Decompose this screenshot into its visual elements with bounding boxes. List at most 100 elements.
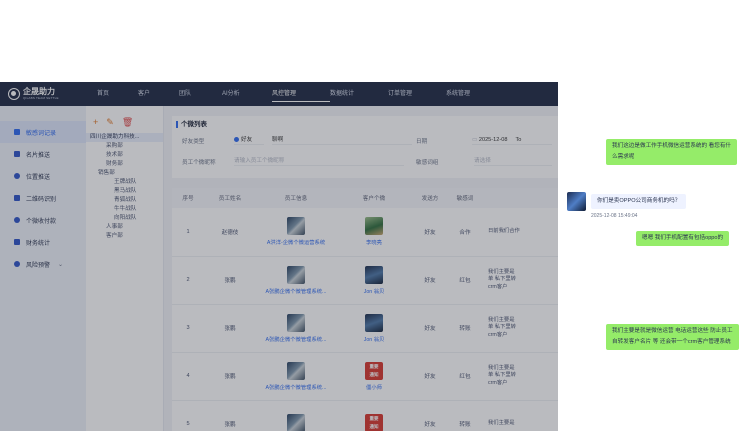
- sidebar-item-finance[interactable]: 财务统计: [0, 231, 86, 253]
- date-to-label: To: [515, 137, 522, 143]
- cell-message: 我们主要是单 私下里转 crm客户: [482, 352, 558, 401]
- sensitive-words-icon: [14, 129, 20, 135]
- customer-link[interactable]: 僵小师: [336, 383, 412, 391]
- remark-line: 单 私下里转: [488, 276, 516, 283]
- nav-orders[interactable]: 订单管理: [388, 82, 446, 106]
- payment-icon: [14, 217, 20, 223]
- date-label: 日期: [416, 139, 428, 145]
- remark-line: crm客户: [488, 379, 508, 386]
- cell-index: 2: [172, 256, 204, 305]
- contact-avatar[interactable]: [567, 192, 586, 211]
- tree-node[interactable]: 客户部: [86, 232, 163, 241]
- tree-node[interactable]: 技术部: [86, 151, 163, 160]
- staff-account-link[interactable]: A洪洋-企微个微运营系统: [256, 238, 336, 246]
- sidebar-item-sensitive-words[interactable]: 敏感词记录: [0, 121, 86, 143]
- nav-ai-analysis[interactable]: AI分析: [222, 82, 272, 106]
- cell-staff-info: A洪洋-企微个微运营系统: [256, 208, 336, 257]
- customer-avatar[interactable]: 重要 通知: [365, 413, 383, 431]
- location-icon: [14, 173, 20, 179]
- date-range-input[interactable]: ▭ 2025-12-08 To: [472, 135, 552, 145]
- staff-nickname-label: 员工个微昵称: [182, 160, 216, 166]
- tree-node[interactable]: 王牌战队: [86, 178, 163, 187]
- card-icon: [14, 151, 20, 157]
- cell-sender: 好友: [412, 304, 448, 353]
- sidebar-item-label: 个微收付款: [26, 218, 57, 225]
- friend-nickname-input[interactable]: 聊啊: [272, 135, 412, 145]
- chat-message-received: 你们是卖OPPO公司商务机的吗？: [591, 194, 687, 209]
- sidebar-item-payments[interactable]: 个微收付款: [0, 209, 86, 231]
- staff-nickname-input[interactable]: 请输入员工个微昵称: [234, 156, 404, 166]
- sidebar-item-label: 财务统计: [26, 240, 51, 247]
- sidebar-item-qrcode[interactable]: 二维码识别: [0, 187, 86, 209]
- remark-line: crm客户: [488, 331, 508, 338]
- delete-icon[interactable]: 🗑: [122, 118, 133, 127]
- staff-avatar[interactable]: [287, 313, 305, 332]
- cell-customer: 重要 通知 僵小师: [336, 352, 412, 401]
- tree-node-root[interactable]: 四川企晟助力科技...: [86, 133, 163, 142]
- customer-link[interactable]: Jon 翁贝: [336, 287, 412, 295]
- friend-type-value: 好友: [241, 137, 253, 143]
- cell-message: 我们主要是: [482, 400, 558, 431]
- avatar-text: 通知: [369, 371, 379, 377]
- staff-avatar[interactable]: [287, 413, 305, 431]
- remark-line: crm客户: [488, 283, 508, 290]
- friend-type-radio[interactable]: 好友: [234, 135, 264, 145]
- cell-customer: 李晓亮: [336, 208, 412, 257]
- tree-node[interactable]: 黑马战队: [86, 187, 163, 196]
- nav-risk-control[interactable]: 风控管理: [272, 82, 330, 106]
- sidebar: 敏感词记录 名片推送 位置推送 二维码识别 个微收付款 财务统计 风险预警 ⌄: [0, 106, 86, 431]
- add-icon[interactable]: +: [93, 118, 98, 127]
- tree-node[interactable]: 采购部: [86, 142, 163, 151]
- message-line: 自转发客户名片 等 还会带一个crm客户管理系统: [612, 339, 731, 345]
- cell-index: 1: [172, 208, 204, 257]
- staff-avatar[interactable]: [287, 265, 305, 284]
- app-logo[interactable]: 企晟助力 QILABS TEAM SETTLE: [8, 88, 78, 100]
- customer-avatar[interactable]: [365, 217, 383, 236]
- tree-node[interactable]: 人事部: [86, 223, 163, 232]
- nav-team[interactable]: 团队: [177, 82, 222, 106]
- sidebar-item-card-push[interactable]: 名片推送: [0, 143, 86, 165]
- customer-avatar[interactable]: [365, 265, 383, 284]
- cell-index: 4: [172, 352, 204, 401]
- tree-node[interactable]: 青狐战队: [86, 196, 163, 205]
- sidebar-item-label: 名片推送: [26, 152, 51, 159]
- nav-system[interactable]: 系统管理: [446, 82, 496, 106]
- nav-data-stats[interactable]: 数据统计: [330, 82, 388, 106]
- chat-message-sent: 我们这边是做工作手机微信运营系统的 看您有什 么需求呢: [606, 139, 738, 165]
- col-header: 员工姓名: [204, 188, 256, 208]
- customer-avatar[interactable]: [365, 313, 383, 332]
- staff-avatar[interactable]: [287, 217, 305, 236]
- tree-node[interactable]: 财务部: [86, 160, 163, 169]
- cell-sender: 好友: [412, 352, 448, 401]
- customer-link[interactable]: Jon 翁贝: [336, 335, 412, 343]
- nav-customers[interactable]: 客户: [132, 82, 177, 106]
- tree-node[interactable]: 牛牛战队: [86, 205, 163, 214]
- sidebar-item-label: 位置推送: [26, 174, 51, 181]
- col-header: 序号: [172, 188, 204, 208]
- staff-account-link[interactable]: A张鹏企微个微管理系统...: [256, 287, 336, 295]
- avatar-text: 重要: [369, 415, 379, 421]
- tree-node[interactable]: 销售部: [86, 169, 163, 178]
- col-header: 客户个微: [336, 188, 412, 208]
- logo-subtext: QILABS TEAM SETTLE: [23, 96, 59, 100]
- sensitive-group-select[interactable]: 请选择: [474, 156, 552, 166]
- sidebar-item-risk-alert[interactable]: 风险预警 ⌄: [0, 253, 86, 275]
- customer-avatar[interactable]: 重要 通知: [365, 361, 383, 380]
- remark-line: 日前我们合作: [488, 228, 520, 234]
- remark-line: 我们主要是: [488, 420, 515, 427]
- staff-avatar[interactable]: [287, 361, 305, 380]
- qrcode-icon: [14, 195, 20, 201]
- cell-staff-name: 张鹏: [204, 304, 256, 353]
- staff-account-link[interactable]: A张鹏企微个微管理系统...: [256, 383, 336, 391]
- filter-panel: 个微列表 好友类型 好友 聊啊 日期 ▭ 2025-12-08 To 员工个微昵称…: [172, 116, 558, 178]
- staff-account-link[interactable]: A张鹏企微个微管理系统...: [256, 335, 336, 343]
- sidebar-item-location-push[interactable]: 位置推送: [0, 165, 86, 187]
- records-table: 序号 员工姓名 员工信息 客户个微 发送方 敏感词 1 赵德伎 A洪洋-企微个微运营…: [172, 188, 558, 431]
- edit-icon[interactable]: ✎: [106, 118, 114, 127]
- tree-node[interactable]: 向阳战队: [86, 214, 163, 223]
- screen: 企晟助力 QILABS TEAM SETTLE 首页 客户 团队 AI分析 风控…: [0, 0, 739, 431]
- cell-message: 日前我们合作: [482, 208, 558, 257]
- table-row: 3 张鹏 A张鹏企微个微管理系统... Jon 翁贝 好友 转账 我们主要是单 私下里转 cr…: [172, 304, 558, 353]
- customer-link[interactable]: 李晓亮: [336, 238, 412, 246]
- nav-home[interactable]: 首页: [88, 82, 132, 106]
